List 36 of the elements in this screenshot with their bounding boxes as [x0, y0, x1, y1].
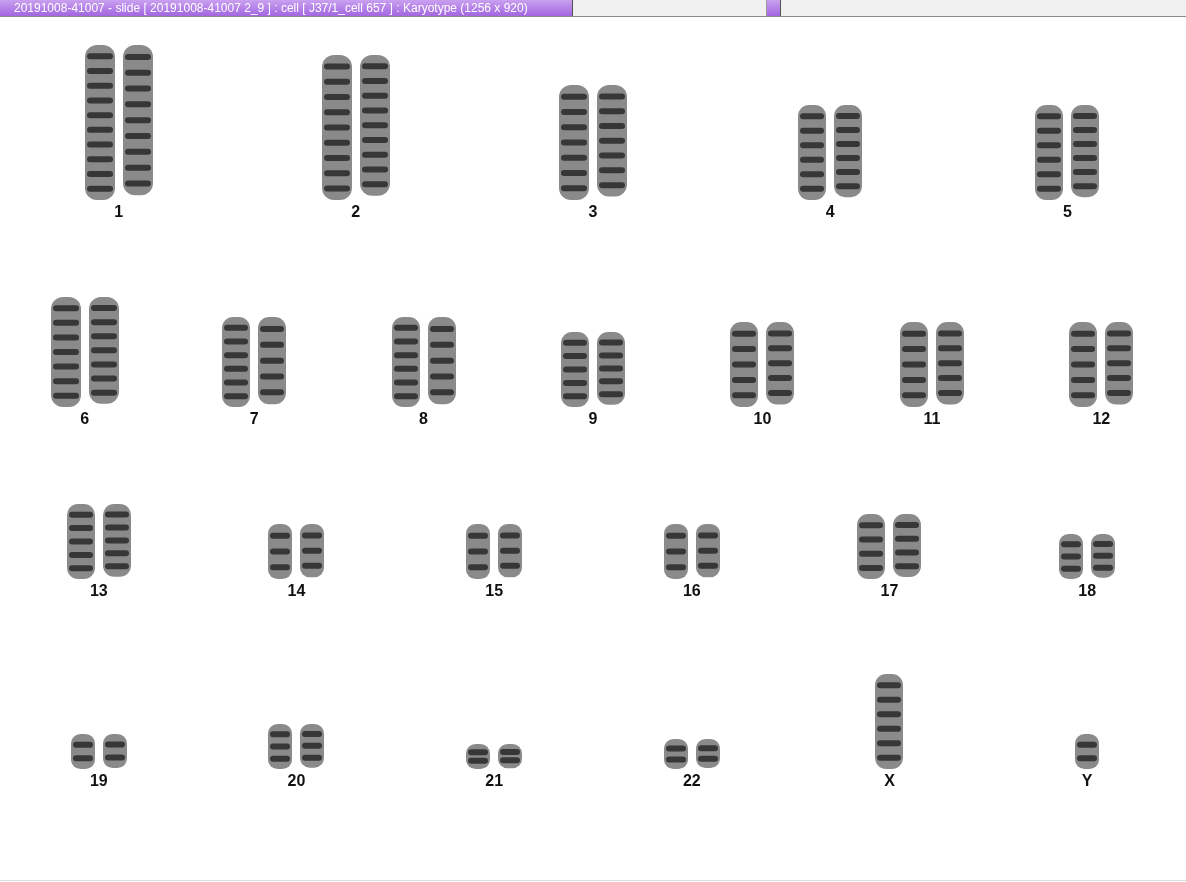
chromosome-pair-drawing	[857, 514, 922, 579]
chromosome-label: 20	[287, 772, 306, 790]
chromosome-label: 4	[825, 203, 835, 221]
chromosome-label: 13	[89, 582, 108, 600]
chromosome-label: 11	[923, 410, 941, 428]
chromosome-pair-drawing	[466, 744, 523, 769]
chromosome-pair-drawing	[663, 524, 720, 579]
chromosome-pair-drawing	[466, 524, 523, 579]
chromosome-label: 18	[1078, 582, 1097, 600]
window-title-tab[interactable]: 20191008-41007 - slide [ 20191008-41007 2_9 ] : cell [ J37/1_cell 657 ] : Karyotype (1256 x 920)	[0, 0, 573, 16]
tab[interactable]	[766, 0, 781, 16]
chromosome-label: 3	[588, 203, 598, 221]
chromosome-label: 17	[880, 582, 899, 600]
chromosome-label: 10	[753, 410, 772, 428]
chromosome-label: 9	[588, 410, 598, 428]
chromosome-pair-drawing	[268, 724, 325, 769]
chromosome-label: 7	[249, 410, 259, 428]
chromosome-label: 21	[485, 772, 504, 790]
chromosome-label: 15	[485, 582, 504, 600]
chromosome-label: 2	[351, 203, 361, 221]
chromosome-pair-drawing	[663, 739, 720, 769]
chromosome-label: 19	[89, 772, 108, 790]
chromosome-label: 14	[287, 582, 306, 600]
chromosome-label: 12	[1092, 410, 1111, 428]
chromosome-label: 6	[80, 410, 90, 428]
chromosome-drawing	[1075, 734, 1100, 769]
chromosome-label: Y	[1081, 772, 1093, 790]
chromosome-pair-drawing	[1059, 534, 1116, 579]
chromosome-label: 1	[114, 203, 124, 221]
chromosome-label: 5	[1062, 203, 1072, 221]
chromosome-pair-drawing	[70, 734, 127, 769]
chromosome-label: 8	[419, 410, 428, 428]
chromosome-label: 16	[682, 582, 701, 600]
chromosome-label: 22	[682, 772, 701, 790]
chromosome-label: X	[884, 772, 895, 790]
chromosome-pair-drawing	[268, 524, 325, 579]
